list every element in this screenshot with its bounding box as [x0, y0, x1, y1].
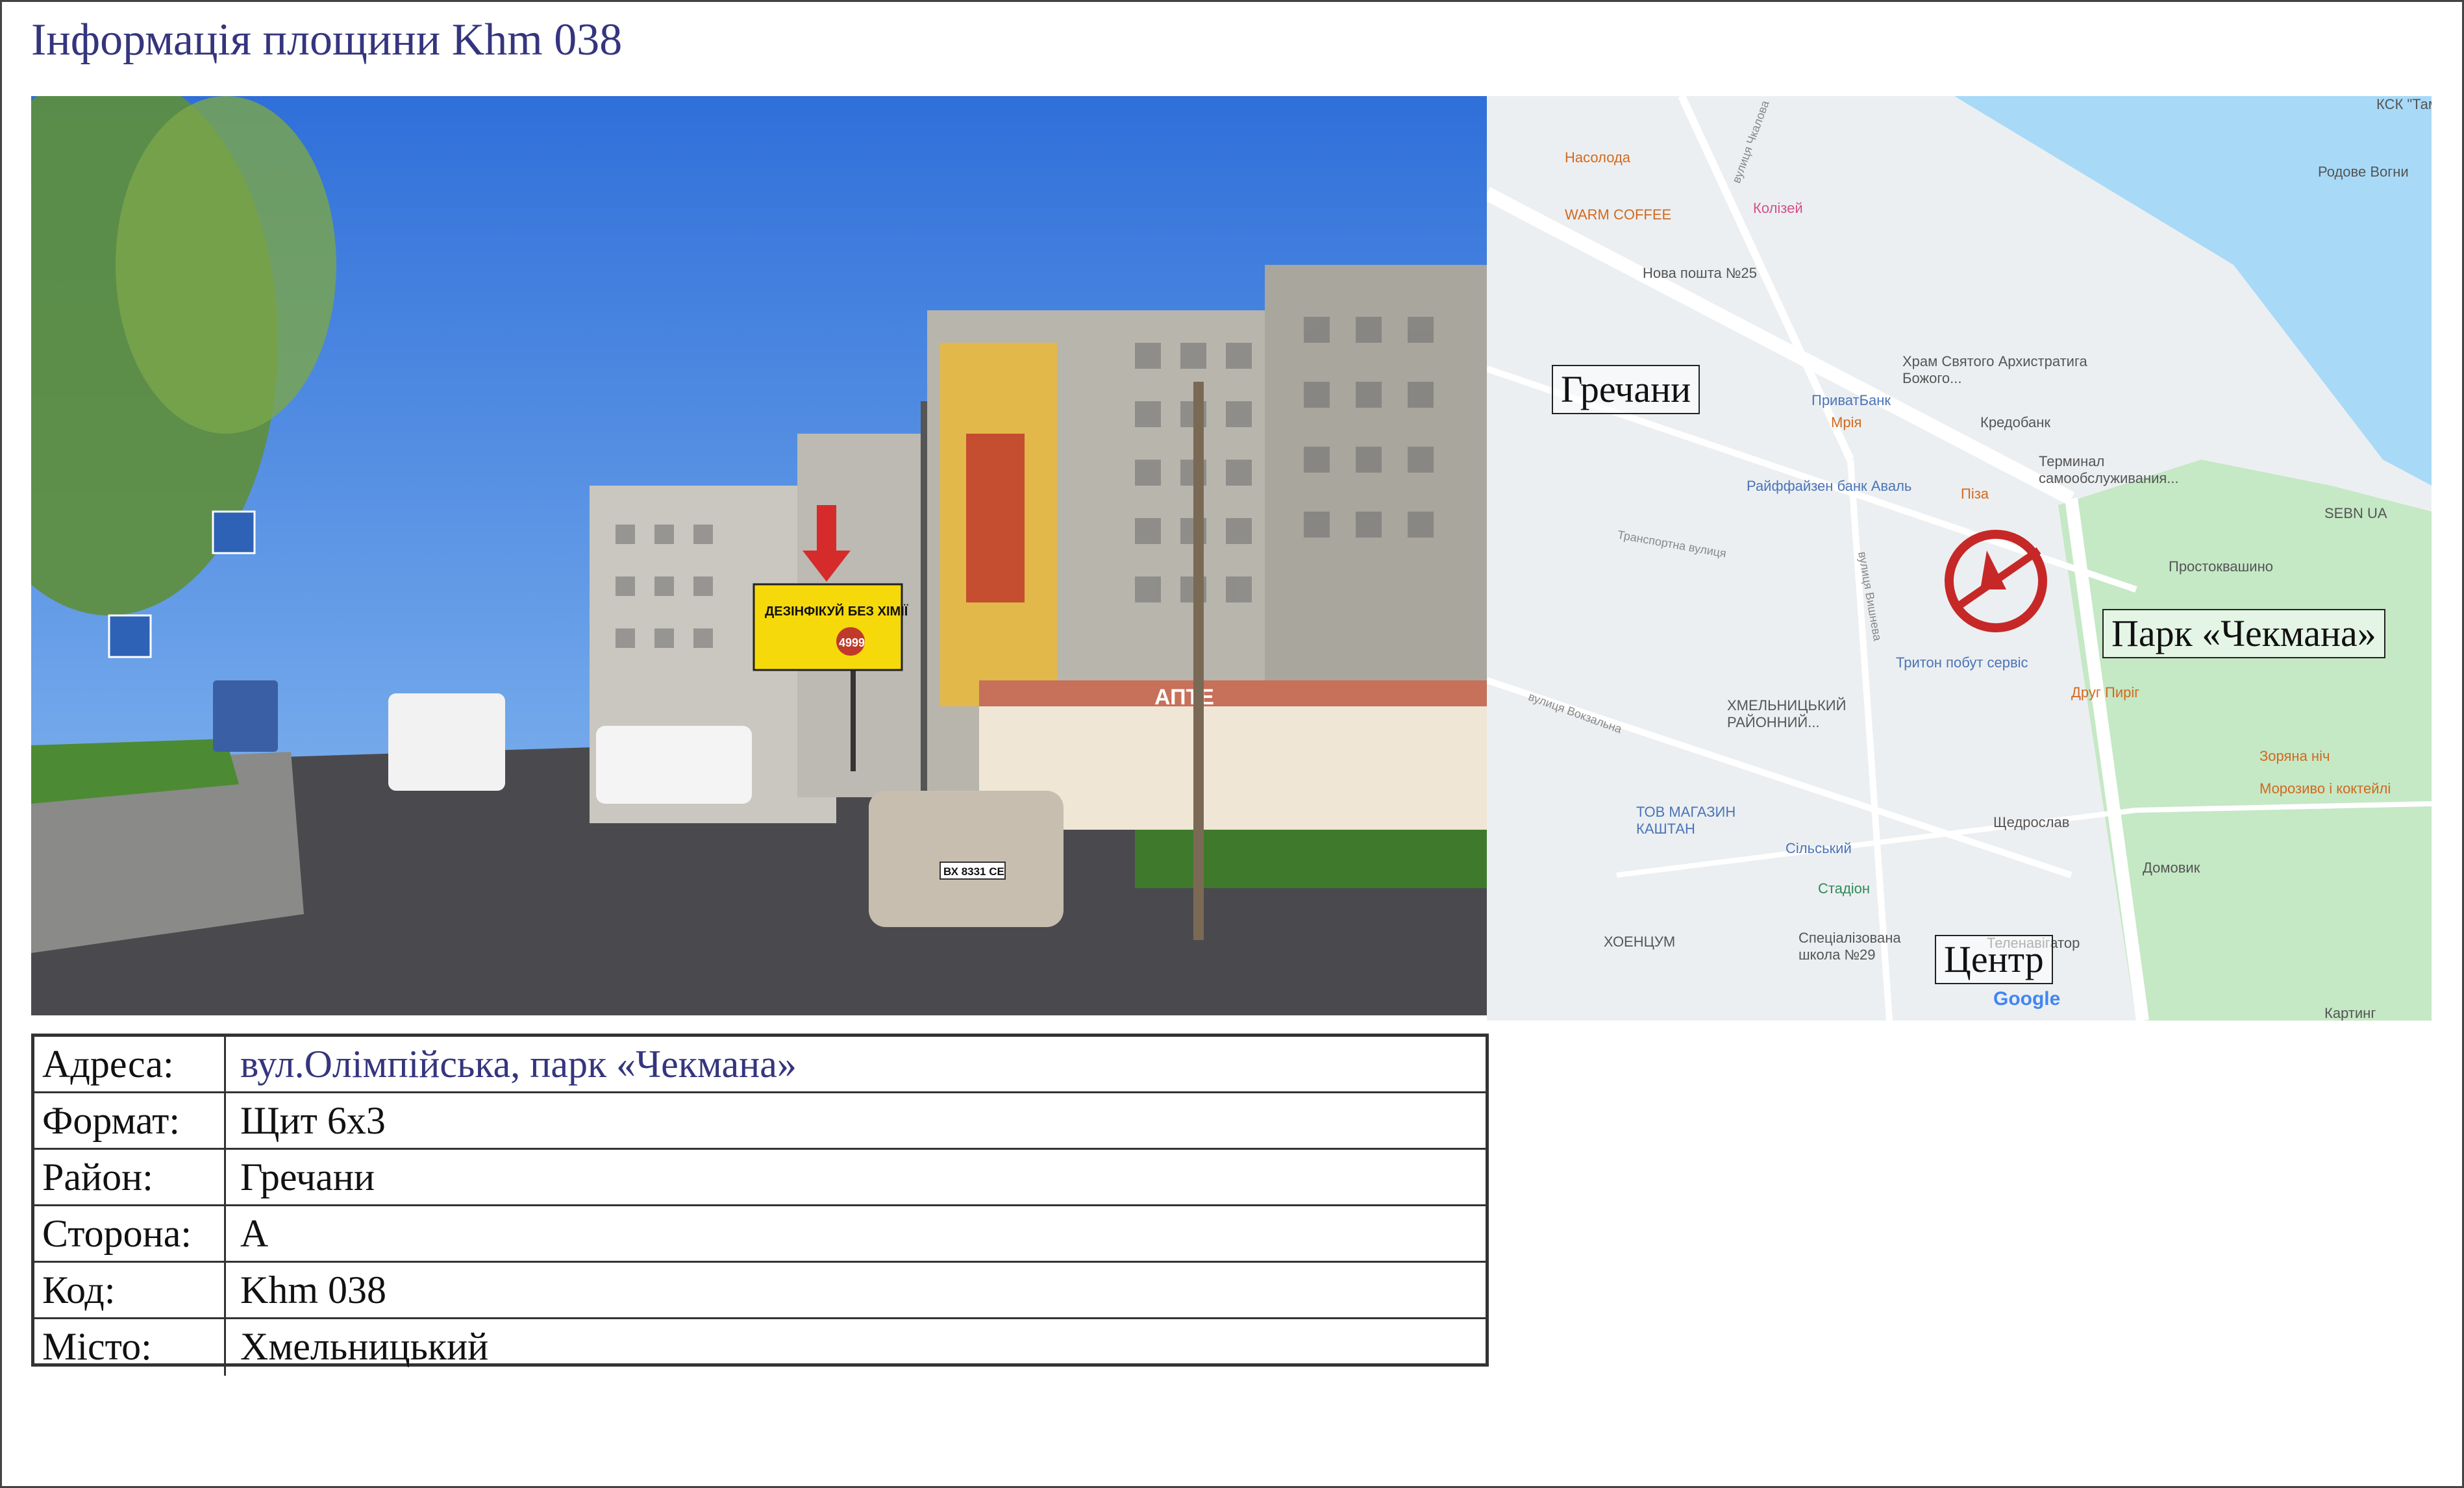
trolleybus — [213, 680, 278, 752]
map-label: Колізей — [1753, 200, 1803, 216]
row-label: Район: — [34, 1150, 226, 1204]
table-row: Формат: Щит 6х3 — [34, 1093, 1486, 1150]
map-label: Щедрослав — [1993, 814, 2070, 830]
map-label: ТОВ МАГАЗИН КАШТАН — [1636, 804, 1736, 837]
map-label: Нова пошта №25 — [1643, 265, 1757, 281]
table-row: Адреса: вул.Олімпійська, парк «Чекмана» — [34, 1037, 1486, 1093]
table-row: Місто: Хмельницький — [34, 1319, 1486, 1376]
row-value: Khm 038 — [240, 1269, 386, 1311]
sedan — [869, 791, 1064, 927]
crosswalk-sign — [212, 510, 256, 554]
map-label: Простоквашино — [2169, 558, 2273, 575]
row-label: Місто: — [34, 1319, 226, 1376]
billboard-headline: ДЕЗІНФІКУЙ БЕЗ ХІМІЇ — [765, 603, 908, 619]
map-label: Кредобанк — [1980, 414, 2050, 430]
row-value: Хмельницький — [240, 1325, 489, 1368]
map-label: WARM COFFEE — [1565, 206, 1672, 223]
map-label: SEBN UA — [2324, 505, 2387, 521]
map-label: Друг Пиріг — [2071, 684, 2140, 701]
map-label: Райффайзен банк Аваль — [1747, 478, 1912, 494]
map-label: Тритон побут сервіс — [1896, 654, 2028, 671]
map-label: Родове Вогни — [2318, 164, 2409, 180]
row-label: Формат: — [34, 1093, 226, 1148]
page-title: Інформація площини Khm 038 — [31, 15, 623, 65]
row-label: Сторона: — [34, 1206, 226, 1261]
billboard-price: 4999 — [839, 636, 865, 649]
map-label: КСК "Там — [2376, 96, 2432, 112]
shop-sign: АПТЕ — [1154, 685, 1214, 710]
table-row: Код: Khm 038 — [34, 1263, 1486, 1319]
map-label: Сільський — [1786, 840, 1852, 856]
map-label: Піза — [1961, 486, 1989, 502]
map-label: Мрія — [1831, 414, 1862, 430]
map-label-grechany: Гречани — [1552, 365, 1700, 414]
map-label: Морозиво і коктейлі — [2259, 780, 2391, 797]
map-label: Насолода — [1565, 149, 1631, 166]
row-value: Гречани — [240, 1156, 375, 1198]
map-label: Спеціалізована школа №29 — [1798, 930, 1901, 963]
map-label: Стадіон — [1818, 880, 1871, 897]
row-label: Код: — [34, 1263, 226, 1317]
row-label: Адреса: — [34, 1037, 226, 1091]
map-label: ПриватБанк — [1811, 392, 1891, 408]
crosswalk-sign — [108, 614, 152, 658]
google-logo: Google — [1993, 988, 2061, 1010]
billboard — [753, 583, 903, 671]
white-minivan — [596, 726, 752, 804]
map-label: ХМЕЛЬНИЦЬКИЙ РАЙОННИЙ... — [1727, 697, 1847, 730]
car-plate: ВХ 8331 СЕ — [943, 865, 1004, 878]
map-label: Картинг — [2324, 1005, 2376, 1021]
map-label: Храм Святого Архистратига Божого... — [1902, 353, 2087, 386]
map-label: Зоряна ніч — [2259, 748, 2330, 764]
row-value: А — [240, 1212, 269, 1255]
map-label-park: Парк «Чекмана» — [2102, 609, 2385, 658]
map-label: ХОЕНЦУМ — [1604, 934, 1676, 950]
map-label-center: Центр — [1935, 935, 2053, 984]
table-row: Район: Гречани — [34, 1150, 1486, 1206]
location-map: Насолода WARM COFFEE Колізей Нова пошта … — [1487, 96, 2432, 1021]
location-photo: АПТЕ ДЕЗІНФІКУЙ БЕЗ ХІМІЇ 4999 ВХ 8331 С… — [31, 96, 1487, 1015]
row-value: Щит 6х3 — [240, 1099, 386, 1142]
row-value: вул.Олімпійська, парк «Чекмана» — [240, 1043, 797, 1085]
table-row: Сторона: А — [34, 1206, 1486, 1263]
info-table: Адреса: вул.Олімпійська, парк «Чекмана» … — [31, 1034, 1489, 1376]
white-van — [388, 693, 505, 791]
map-label: Терминал самообслуживания... — [2039, 453, 2179, 486]
map-label: Домовик — [2143, 860, 2200, 876]
